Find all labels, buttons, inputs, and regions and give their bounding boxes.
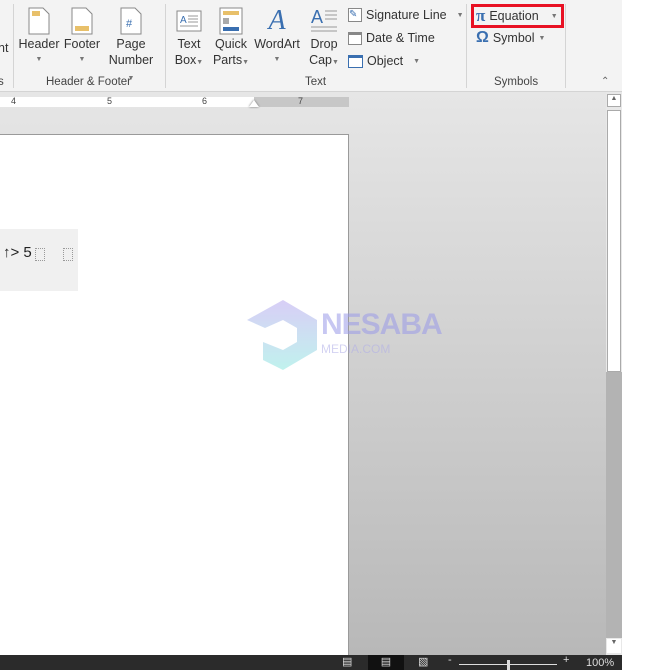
symbol-button[interactable]: Ω Symbol ▼ xyxy=(476,28,545,48)
wordart-icon: A xyxy=(268,5,286,36)
signature-line-icon: ✎ xyxy=(348,8,362,22)
equation-box[interactable]: ↑> 5 xyxy=(0,229,78,291)
quick-parts-icon xyxy=(211,6,251,36)
ribbon: nt s Header ▼ Footer ▼ # Page Number ▼ Head… xyxy=(0,0,622,92)
group-divider xyxy=(565,4,566,88)
watermark-logo-icon xyxy=(247,300,317,370)
read-mode-icon[interactable]: ▤ xyxy=(342,655,352,668)
chevron-down-icon: ▼ xyxy=(35,56,43,63)
collapse-ribbon-icon[interactable]: ⌃ xyxy=(601,76,609,87)
scroll-up-button[interactable]: ▲ xyxy=(607,94,621,107)
scroll-track[interactable] xyxy=(606,372,622,638)
page-number-button[interactable]: # Page Number ▼ xyxy=(104,0,158,87)
drop-cap-icon: A xyxy=(305,6,343,36)
svg-text:A: A xyxy=(311,7,323,27)
chevron-down-icon: ▼ xyxy=(78,56,86,63)
zoom-slider-handle[interactable] xyxy=(507,660,510,670)
print-layout-icon[interactable]: ▤ xyxy=(368,655,404,670)
group-divider xyxy=(165,4,166,88)
zoom-in-button[interactable]: + xyxy=(563,654,569,666)
pi-icon: π xyxy=(476,6,486,25)
drop-cap-button[interactable]: A Drop Cap▼ xyxy=(305,0,343,71)
status-bar: ▤ ▤ ▧ - + 100% xyxy=(0,654,622,670)
scroll-thumb[interactable] xyxy=(607,110,621,372)
text-box-icon: A xyxy=(170,6,208,36)
svg-text:A: A xyxy=(180,15,187,26)
watermark: NESABA MEDIA.COM xyxy=(245,298,445,378)
calendar-clock-icon xyxy=(348,31,362,45)
group-label-text: Text xyxy=(305,76,327,88)
text-box-button[interactable]: A Text Box▼ xyxy=(170,0,208,71)
group-label-header-footer: Header & Footer xyxy=(46,76,132,88)
partial-group-label: s xyxy=(0,76,4,88)
date-time-button[interactable]: Date & Time xyxy=(348,28,435,48)
header-icon xyxy=(18,6,60,36)
partial-button[interactable]: nt xyxy=(0,40,8,56)
signature-line-button[interactable]: ✎ Signature Line ▼ xyxy=(348,5,464,25)
equation-button[interactable]: π Equation ▼ xyxy=(471,4,564,28)
horizontal-ruler[interactable]: 4 5 6 7 xyxy=(0,96,349,107)
zoom-out-button[interactable]: - xyxy=(448,654,452,666)
svg-text:#: # xyxy=(126,18,133,30)
group-label-symbols: Symbols xyxy=(494,76,539,88)
object-icon xyxy=(348,54,363,68)
footer-icon xyxy=(62,6,102,36)
page-number-icon: # xyxy=(104,6,158,36)
placeholder-box[interactable] xyxy=(35,248,45,261)
placeholder-box[interactable] xyxy=(63,248,73,261)
omega-icon: Ω xyxy=(476,29,489,46)
right-indent-marker[interactable] xyxy=(249,100,259,107)
web-layout-icon[interactable]: ▧ xyxy=(418,655,428,668)
group-divider xyxy=(466,4,467,88)
quick-parts-button[interactable]: Quick Parts▼ xyxy=(211,0,251,71)
group-divider xyxy=(13,4,14,88)
object-button[interactable]: Object ▼ xyxy=(348,51,420,71)
zoom-level[interactable]: 100% xyxy=(586,657,614,669)
document-page[interactable] xyxy=(0,134,349,655)
wordart-button[interactable]: A WordArt ▼ xyxy=(253,0,301,68)
scroll-down-button[interactable]: ▼ xyxy=(607,639,621,653)
header-button[interactable]: Header ▼ xyxy=(18,0,60,68)
footer-button[interactable]: Footer ▼ xyxy=(62,0,102,68)
vertical-scrollbar[interactable]: ▲ ▼ xyxy=(606,92,622,655)
chevron-down-icon: ▼ xyxy=(273,56,281,63)
